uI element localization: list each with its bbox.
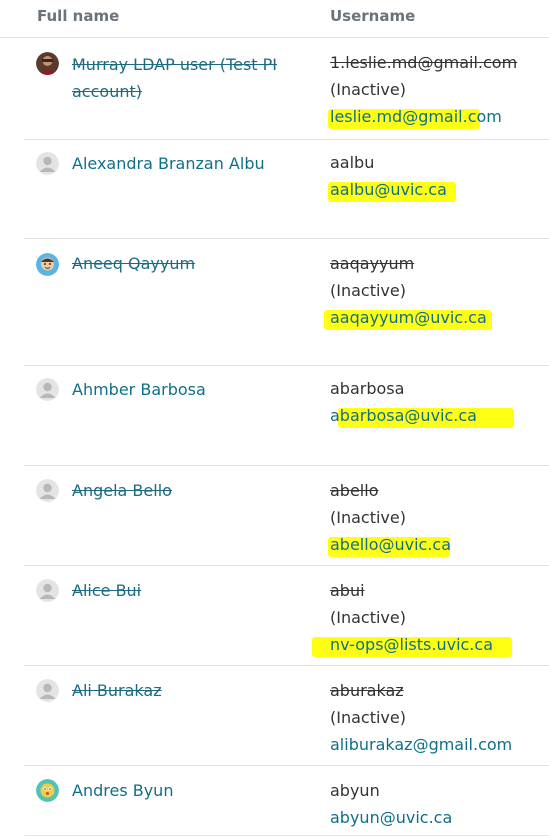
username-text: abui <box>330 581 365 600</box>
user-fullname-link[interactable]: Ali Burakaz <box>72 677 304 704</box>
avatar[interactable] <box>36 679 59 702</box>
username-cell: aburakaz (Inactive) aliburakaz@gmail.com <box>330 677 512 758</box>
user-email-link[interactable]: leslie.md@gmail.com <box>328 103 517 130</box>
user-fullname-link[interactable]: Murray LDAP user (Test PI account) <box>72 51 304 105</box>
username-text: aaqayyum <box>330 254 415 273</box>
table-header: Full name Username <box>0 0 549 38</box>
username-cell: aaqayyum (Inactive) aaqayyum@uvic.ca <box>324 250 492 331</box>
user-fullname-link[interactable]: Alexandra Branzan Albu <box>72 150 304 177</box>
column-header-username[interactable]: Username <box>330 7 415 25</box>
avatar[interactable] <box>36 579 59 602</box>
user-email-link[interactable]: abyun@uvic.ca <box>330 804 452 831</box>
inactive-status: (Inactive) <box>330 608 406 627</box>
inactive-status: (Inactive) <box>330 281 406 300</box>
username-cell: aalbu aalbu@uvic.ca <box>328 149 456 203</box>
username-text: abarbosa <box>330 379 405 398</box>
table-row: Ahmber Barbosa abarbosa abarbosa@uvic.ca <box>24 366 549 466</box>
username-cell: 1.leslie.md@gmail.com (Inactive) leslie.md… <box>328 49 518 130</box>
user-email-link[interactable]: abarbosa@uvic.ca <box>330 402 514 429</box>
username-text: abyun <box>330 781 380 800</box>
column-header-fullname[interactable]: Full name <box>37 7 119 25</box>
table-row: Ali Burakaz aburakaz (Inactive) aliburakaz@… <box>24 666 549 766</box>
table-row: Alice Bui abui (Inactive) nv-ops@lists.uvic… <box>24 566 549 666</box>
table-row: Andres Byun abyun abyun@uvic.ca <box>24 766 549 836</box>
username-cell: abui (Inactive) nv-ops@lists.uvic.ca <box>312 577 512 658</box>
username-text: aburakaz <box>330 681 404 700</box>
username-cell: abarbosa abarbosa@uvic.ca <box>330 375 514 429</box>
table-row: Murray LDAP user (Test PI account) 1.lesl… <box>24 38 549 140</box>
table-row: Aneeq Qayyum aaqayyum (Inactive) aaqayyum@u… <box>24 239 549 366</box>
table-row: Alexandra Branzan Albu aalbu aalbu@uvic.ca <box>24 140 549 239</box>
avatar[interactable] <box>36 253 59 276</box>
inactive-status: (Inactive) <box>330 80 406 99</box>
user-fullname-link[interactable]: Andres Byun <box>72 777 304 804</box>
username-cell: abyun abyun@uvic.ca <box>330 777 452 831</box>
user-email-link[interactable]: aalbu@uvic.ca <box>328 176 456 203</box>
user-email-link[interactable]: abello@uvic.ca <box>328 531 451 558</box>
user-email-link[interactable]: aliburakaz@gmail.com <box>330 731 512 758</box>
user-email-link[interactable]: aaqayyum@uvic.ca <box>324 304 492 331</box>
username-cell: abello (Inactive) abello@uvic.ca <box>328 477 451 558</box>
avatar[interactable] <box>36 52 59 75</box>
user-fullname-link[interactable]: Alice Bui <box>72 577 304 604</box>
avatar[interactable] <box>36 779 59 802</box>
inactive-status: (Inactive) <box>330 708 406 727</box>
avatar[interactable] <box>36 479 59 502</box>
avatar[interactable] <box>36 378 59 401</box>
user-fullname-link[interactable]: Ahmber Barbosa <box>72 376 304 403</box>
inactive-status: (Inactive) <box>330 508 406 527</box>
user-fullname-link[interactable]: Angela Bello <box>72 477 304 504</box>
user-fullname-link[interactable]: Aneeq Qayyum <box>72 250 304 277</box>
table-row: Angela Bello abello (Inactive) abello@uvic.… <box>24 466 549 566</box>
user-email-link[interactable]: nv-ops@lists.uvic.ca <box>312 631 512 658</box>
avatar[interactable] <box>36 152 59 175</box>
username-text: aalbu <box>330 153 375 172</box>
username-text: 1.leslie.md@gmail.com <box>330 53 518 72</box>
username-text: abello <box>330 481 379 500</box>
